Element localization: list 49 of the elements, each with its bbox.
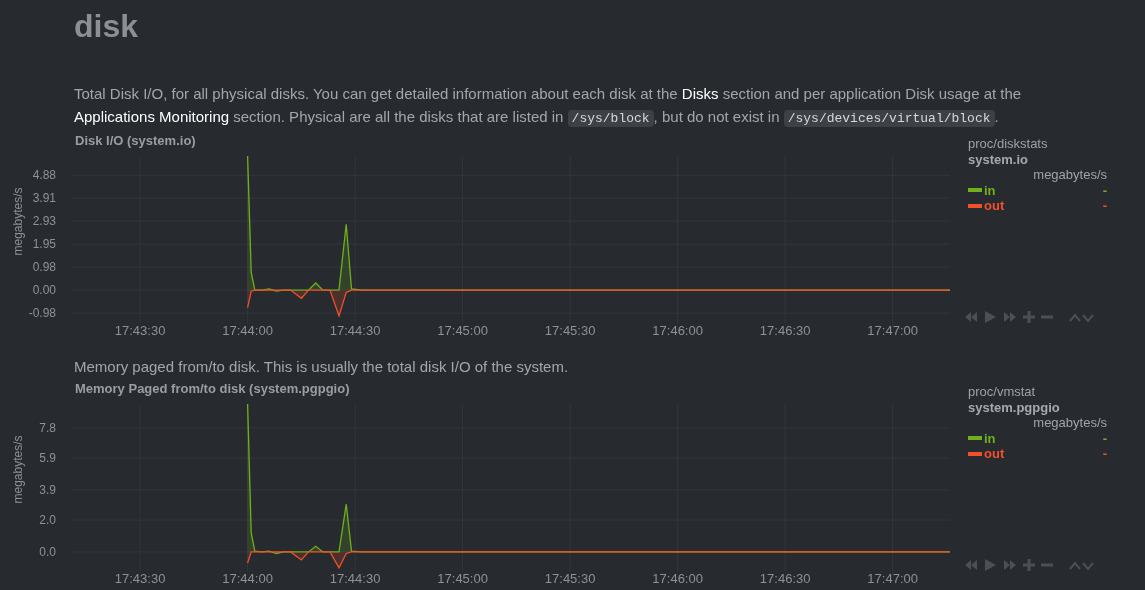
y-axis-label: -0.98: [28, 306, 56, 321]
y-axis-label: 5.9: [39, 451, 56, 466]
x-axis-label: 17:47:00: [867, 323, 918, 338]
y-axis-label: 0.0: [39, 544, 56, 559]
x-axis-label: 17:44:00: [222, 323, 273, 338]
x-axis-label: 17:43:30: [114, 571, 166, 586]
legend-value: -: [1102, 446, 1107, 462]
legend-context: system.io: [968, 151, 1029, 167]
x-axis-label: 17:45:30: [544, 323, 596, 338]
legend-context: system.pgpgio: [968, 399, 1061, 415]
x-axis-label: 17:46:30: [759, 323, 811, 338]
description-text: Memory paged from/to disk. This is usually the total disk I/O of the system.: [73, 357, 570, 377]
y-axis-label: 7.8: [39, 420, 56, 435]
y-axis-title: megabytes/s: [11, 187, 25, 256]
y-axis-label: 2.93: [32, 214, 56, 229]
legend-label: in: [984, 182, 996, 198]
legend-units: megabytes/s: [1032, 167, 1108, 183]
legend-label: out: [984, 446, 1005, 462]
x-axis-label: 17:46:00: [652, 323, 703, 338]
x-axis-label: 17:46:00: [652, 571, 703, 586]
y-axis-title: megabytes/s: [11, 435, 25, 504]
legend-label: in: [984, 430, 996, 446]
x-axis-label: 17:43:30: [114, 323, 166, 338]
y-axis-label: 0.98: [32, 260, 56, 274]
legend-source: proc/diskstats: [968, 136, 1049, 152]
y-axis-label: 3.9: [39, 482, 56, 497]
x-axis-label: 17:45:00: [437, 571, 488, 586]
x-axis-label: 17:45:30: [544, 571, 596, 586]
y-axis-label: 0.00: [32, 283, 56, 298]
y-axis-label: 1.95: [32, 237, 56, 252]
legend-label: out: [984, 198, 1005, 214]
legend-source: proc/vmstat: [968, 384, 1037, 400]
legend-value: -: [1102, 182, 1107, 198]
x-axis-label: 17:47:00: [867, 571, 918, 586]
legend-value: -: [1102, 198, 1107, 214]
y-axis-label: 3.91: [32, 191, 56, 206]
legend-value: -: [1102, 430, 1107, 446]
y-axis-label: 4.88: [32, 168, 56, 183]
description-text: Total Disk I/O, for all physical disks. You can get detailed information about each disk at the Disks section and per application Disk usage at the Applications Monitoring section. Physical are all the disks that are listed in /sys/block , but do not exist in /sys/devices/virtual/block .: [73, 84, 1023, 129]
chart-title: Memory Paged from/to disk (system.pgpgio): [74, 381, 351, 397]
x-axis-label: 17:44:30: [329, 571, 381, 586]
chart-title: Disk I/O (system.io): [74, 133, 197, 149]
x-axis-label: 17:44:00: [222, 571, 273, 586]
legend-units: megabytes/s: [1032, 415, 1108, 431]
page-title: disk: [74, 7, 140, 46]
x-axis-label: 17:44:30: [329, 323, 381, 338]
x-axis-label: 17:45:00: [437, 323, 488, 338]
x-axis-label: 17:46:30: [759, 571, 811, 586]
y-axis-label: 2.0: [39, 513, 56, 528]
